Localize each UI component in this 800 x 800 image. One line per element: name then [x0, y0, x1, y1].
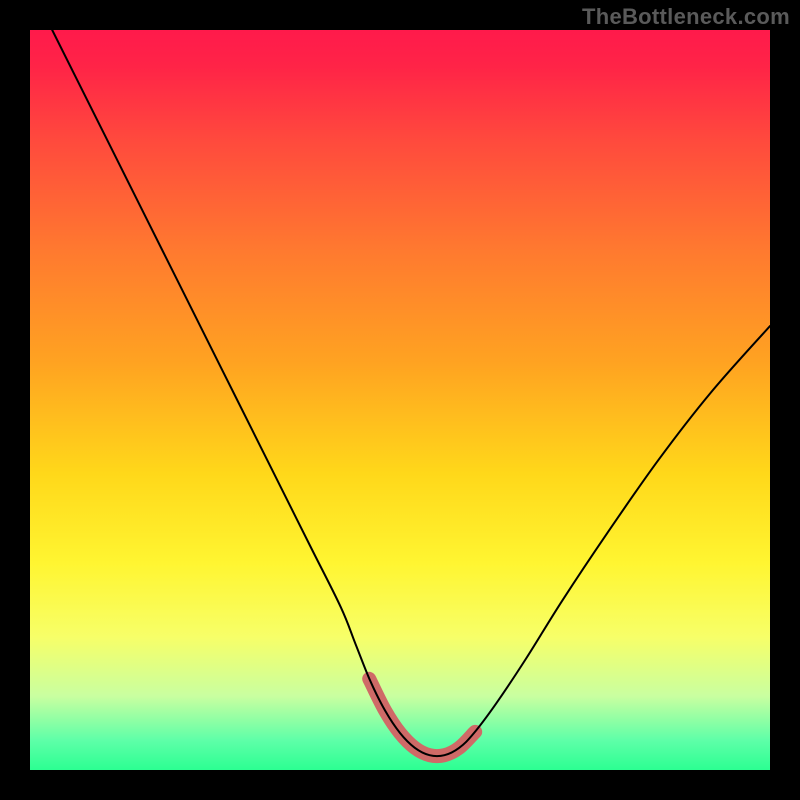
- bottleneck-curve: [52, 30, 770, 756]
- optimal-range-highlight: [369, 679, 475, 756]
- watermark-text: TheBottleneck.com: [582, 4, 790, 30]
- curve-layer: [30, 30, 770, 770]
- chart-frame: TheBottleneck.com: [0, 0, 800, 800]
- plot-area: [30, 30, 770, 770]
